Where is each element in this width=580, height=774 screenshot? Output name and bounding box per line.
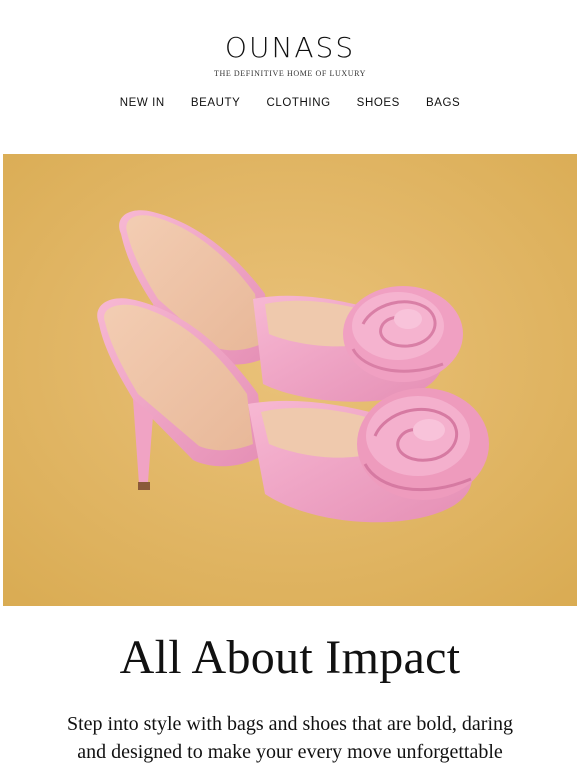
pink-rose-mules-illustration	[3, 154, 577, 606]
back-shoe-rose	[343, 286, 463, 382]
main-nav: NEW IN BEAUTY CLOTHING SHOES BAGS	[0, 97, 580, 109]
subtext: Step into style with bags and shoes that…	[20, 710, 560, 766]
subtext-line-1: Step into style with bags and shoes that…	[66, 713, 514, 735]
nav-item-clothing[interactable]: CLOTHING	[253, 97, 343, 109]
logo-tagline: THE DEFINITIVE HOME OF LUXURY	[213, 69, 367, 78]
ounass-logo[interactable]: OUNASS	[0, 33, 580, 63]
headline: All About Impact	[119, 631, 461, 684]
hero-image[interactable]	[3, 154, 577, 606]
nav-item-new-in[interactable]: NEW IN	[107, 97, 178, 109]
email-header: OUNASS THE DEFINITIVE HOME OF LUXURY NEW…	[0, 0, 580, 150]
nav-item-bags[interactable]: BAGS	[413, 97, 473, 109]
nav-item-beauty[interactable]: BEAUTY	[178, 97, 254, 109]
front-shoe-rose	[357, 388, 489, 500]
subtext-line-2: and designed to make your every move unf…	[77, 741, 503, 763]
nav-item-shoes[interactable]: SHOES	[344, 97, 413, 109]
